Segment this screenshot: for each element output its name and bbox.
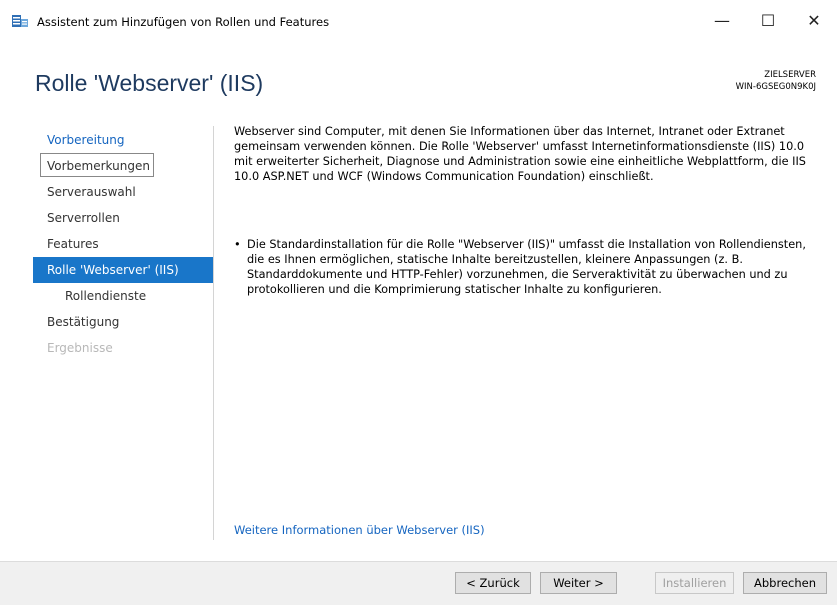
nav-divider bbox=[213, 126, 214, 540]
nav-item-label: Rolle 'Webserver' (IIS) bbox=[47, 263, 179, 277]
nav-item-ergebnisse: Ergebnisse bbox=[33, 335, 213, 361]
nav-item-label: Rollendienste bbox=[65, 289, 147, 303]
nav-item-rolle-webserver[interactable]: Rolle 'Webserver' (IIS) bbox=[33, 257, 213, 283]
cancel-button[interactable]: Abbrechen bbox=[743, 572, 827, 594]
nav-item-rollendienste[interactable]: Rollendienste bbox=[33, 283, 213, 309]
nav-item-label: Serverauswahl bbox=[47, 185, 136, 199]
nav-item-label: Vorbereitung bbox=[47, 133, 125, 147]
nav-item-label: Ergebnisse bbox=[47, 341, 113, 355]
intro-text: Webserver sind Computer, mit denen Sie I… bbox=[234, 125, 806, 183]
nav-item-serverauswahl[interactable]: Serverauswahl bbox=[33, 179, 213, 205]
page-title: Rolle 'Webserver' (IIS) bbox=[35, 70, 264, 96]
more-info-link[interactable]: Weitere Informationen über Webserver (II… bbox=[234, 523, 485, 537]
destination-server-name: WIN-6GSEG0N9K0J bbox=[735, 82, 816, 92]
nav-item-label: Bestätigung bbox=[47, 315, 120, 329]
bullet-item: • Die Standardinstallation für die Rolle… bbox=[234, 237, 819, 297]
close-icon: ✕ bbox=[807, 10, 821, 30]
title-bar: Assistent zum Hinzufügen von Rollen und … bbox=[0, 0, 837, 40]
minimize-button[interactable]: — bbox=[699, 0, 745, 40]
bullet-text: Die Standardinstallation für die Rolle "… bbox=[247, 238, 806, 296]
nav-item-features[interactable]: Features bbox=[33, 231, 213, 257]
nav-item-serverrollen[interactable]: Serverrollen bbox=[33, 205, 213, 231]
close-button[interactable]: ✕ bbox=[791, 0, 837, 40]
nav-item-vorbereitung[interactable]: Vorbereitung bbox=[33, 127, 213, 153]
install-button: Installieren bbox=[655, 572, 734, 594]
minimize-icon: — bbox=[714, 10, 730, 30]
nav-item-vorbemerkungen[interactable]: Vorbemerkungen bbox=[33, 153, 213, 179]
destination-label: ZIELSERVER bbox=[764, 70, 816, 80]
window-title: Assistent zum Hinzufügen von Rollen und … bbox=[37, 15, 330, 29]
role-description: Webserver sind Computer, mit denen Sie I… bbox=[234, 124, 824, 184]
maximize-button[interactable]: ☐ bbox=[745, 0, 791, 40]
nav-item-bestaetigung[interactable]: Bestätigung bbox=[33, 309, 213, 335]
focus-box bbox=[40, 153, 154, 177]
back-button[interactable]: < Zurück bbox=[455, 572, 531, 594]
wizard-navigation: Vorbereitung Vorbemerkungen Serverauswah… bbox=[33, 127, 213, 361]
nav-item-label: Serverrollen bbox=[47, 211, 120, 225]
next-button[interactable]: Weiter > bbox=[540, 572, 617, 594]
nav-item-label: Features bbox=[47, 237, 99, 251]
maximize-icon: ☐ bbox=[760, 10, 776, 30]
bullet-icon: • bbox=[234, 238, 241, 251]
destination-server: ZIELSERVER WIN-6GSEG0N9K0J bbox=[736, 69, 816, 93]
server-manager-icon bbox=[12, 15, 28, 27]
